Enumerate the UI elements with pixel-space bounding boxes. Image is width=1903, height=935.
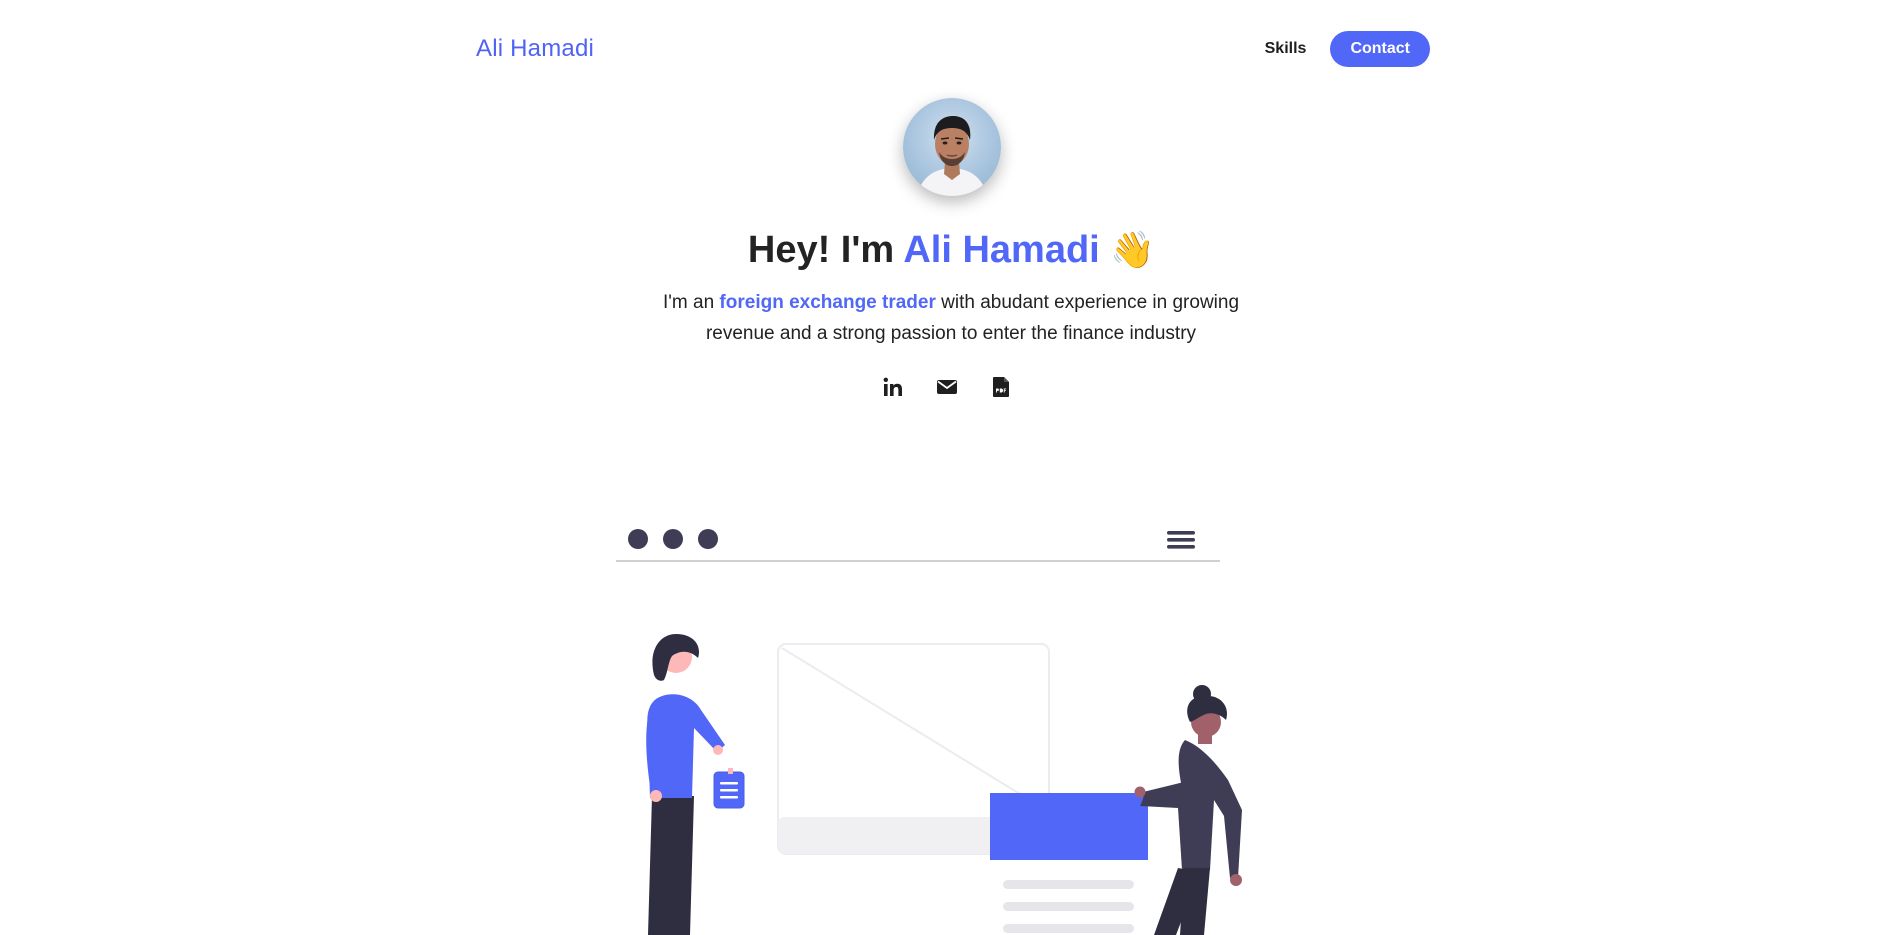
social-links <box>880 374 1014 400</box>
pdf-file-icon[interactable] <box>988 374 1014 400</box>
main-nav: Skills Contact <box>1265 31 1430 67</box>
intro-highlight: foreign exchange trader <box>719 292 936 313</box>
envelope-icon[interactable] <box>934 374 960 400</box>
man-figure <box>1134 685 1242 935</box>
avatar <box>903 98 1001 196</box>
hero-headline: Hey! I'm Ali Hamadi 👋 <box>0 222 1903 278</box>
waving-hand-icon: 👋 <box>1110 229 1156 270</box>
browser-window-bar <box>616 529 1220 562</box>
contact-button[interactable]: Contact <box>1330 31 1430 67</box>
document-card <box>990 793 1148 933</box>
hero-name: Ali Hamadi <box>903 229 1100 271</box>
brand-logo-link[interactable]: Ali Hamadi <box>476 35 594 63</box>
hero-intro: I'm an foreign exchange trader with abud… <box>651 287 1251 349</box>
greeting-text: Hey! I'm <box>747 229 895 271</box>
hero-illustration <box>616 529 1242 935</box>
woman-figure <box>646 634 745 935</box>
site-header: Ali Hamadi Skills Contact <box>476 30 1430 68</box>
nav-link-skills[interactable]: Skills <box>1265 40 1307 58</box>
avatar-portrait <box>917 116 987 196</box>
page: Ali Hamadi Skills Contact Hey! I'm Ali H… <box>0 0 1903 935</box>
intro-prefix: I'm an <box>662 292 715 313</box>
linkedin-icon[interactable] <box>880 374 906 400</box>
